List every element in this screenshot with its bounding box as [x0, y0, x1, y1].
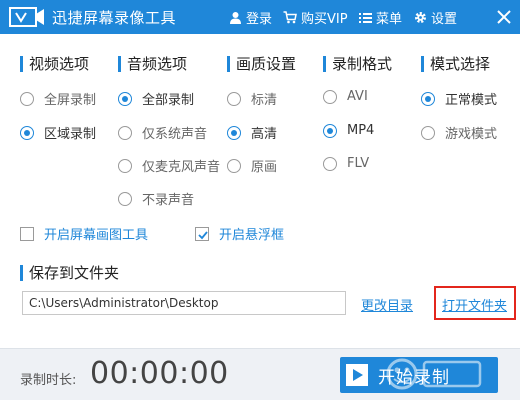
- radio-indicator: [227, 158, 241, 173]
- radio-fullscreen-record[interactable]: 全屏录制: [20, 89, 96, 108]
- checkbox-box: [20, 226, 34, 241]
- gear-icon: [415, 12, 426, 23]
- radio-format-flv[interactable]: FLV: [323, 156, 369, 171]
- checkbox-screen-drawing-tool[interactable]: 开启屏幕画图工具: [20, 224, 148, 243]
- quality-settings-heading: 画质设置: [227, 53, 296, 74]
- title-bar: 迅捷屏幕录像工具 登录 购买VIP 菜单 设置: [0, 0, 520, 34]
- radio-indicator: [118, 191, 132, 206]
- radio-indicator: [227, 91, 241, 106]
- radio-indicator: [20, 91, 34, 106]
- audio-options-heading: 音频选项: [118, 53, 187, 74]
- radio-indicator: [20, 125, 34, 140]
- mode-select-heading: 模式选择: [421, 53, 490, 74]
- radio-indicator: [118, 91, 132, 106]
- menu-button[interactable]: 菜单: [359, 8, 402, 27]
- radio-indicator: [421, 91, 435, 106]
- settings-button[interactable]: 设置: [414, 8, 457, 27]
- watermark-logo-icon: [386, 358, 482, 390]
- checkbox-box: [195, 226, 209, 241]
- radio-quality-hd[interactable]: 高清: [227, 123, 277, 142]
- radio-format-avi[interactable]: AVI: [323, 89, 368, 104]
- record-format-heading: 录制格式: [323, 53, 392, 74]
- radio-mic-audio-only[interactable]: 仅麦克风声音: [118, 156, 220, 175]
- radio-indicator: [118, 158, 132, 173]
- radio-indicator: [118, 125, 132, 140]
- radio-indicator: [227, 125, 241, 140]
- settings-label: 设置: [431, 12, 458, 27]
- radio-normal-mode[interactable]: 正常模式: [421, 89, 497, 108]
- video-options-heading: 视频选项: [20, 53, 89, 74]
- checkbox-floating-box[interactable]: 开启悬浮框: [195, 224, 284, 243]
- check-icon: [198, 230, 208, 239]
- radio-quality-sd[interactable]: 标清: [227, 89, 277, 108]
- close-icon[interactable]: [494, 7, 514, 27]
- record-duration-label: 录制时长:: [20, 373, 77, 388]
- radio-no-audio[interactable]: 不录声音: [118, 189, 194, 208]
- login-button[interactable]: 登录: [229, 8, 272, 27]
- radio-indicator: [421, 125, 435, 140]
- radio-indicator: [323, 89, 337, 104]
- menu-label: 菜单: [376, 12, 403, 27]
- radio-system-audio-only[interactable]: 仅系统声音: [118, 123, 207, 142]
- radio-format-mp4[interactable]: MP4: [323, 123, 374, 138]
- radio-indicator: [323, 156, 337, 171]
- change-directory-link[interactable]: 更改目录: [361, 295, 413, 314]
- play-icon: [346, 364, 368, 386]
- open-folder-highlight-box: [434, 286, 516, 320]
- radio-game-mode[interactable]: 游戏模式: [421, 123, 497, 142]
- buy-vip-button[interactable]: 购买VIP: [283, 8, 348, 27]
- login-label: 登录: [246, 12, 273, 27]
- menu-icon: [359, 12, 372, 23]
- save-folder-heading: 保存到文件夹: [20, 262, 119, 283]
- save-path-field[interactable]: [22, 291, 346, 315]
- radio-record-all-audio[interactable]: 全部录制: [118, 89, 194, 108]
- record-duration-value: 00:00:00: [90, 356, 229, 391]
- user-icon: [230, 12, 241, 24]
- buy-vip-label: 购买VIP: [301, 12, 348, 27]
- radio-region-record[interactable]: 区域录制: [20, 123, 96, 142]
- radio-quality-original[interactable]: 原画: [227, 156, 277, 175]
- app-title: 迅捷屏幕录像工具: [52, 9, 177, 27]
- app-logo-icon: [9, 7, 44, 27]
- radio-indicator: [323, 123, 337, 138]
- cart-icon: [283, 11, 297, 24]
